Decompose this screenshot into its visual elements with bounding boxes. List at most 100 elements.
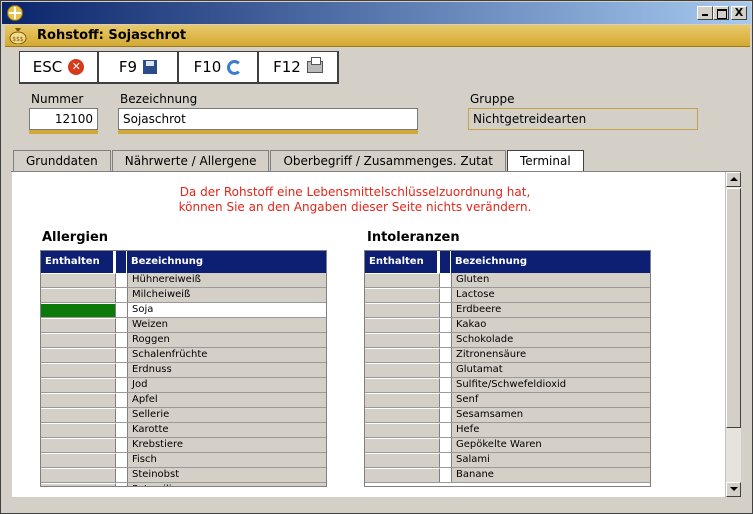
intolerances-title: Intoleranzen (367, 230, 460, 245)
contained-toggle[interactable] (365, 333, 440, 347)
table-row[interactable]: Gepökelte Waren (365, 438, 650, 453)
column-header-name[interactable]: Bezeichnung (451, 251, 531, 273)
gruppe-field[interactable]: Nichtgetreidearten (468, 108, 698, 130)
table-row[interactable]: Schalenfrüchte (41, 348, 326, 363)
f12-print-button[interactable]: F12 (259, 51, 339, 84)
contained-toggle[interactable] (41, 393, 116, 407)
column-header-spacer (440, 251, 451, 273)
form-header: $$$ Rohstoff: Sojaschrot (5, 25, 750, 47)
table-row[interactable]: Steinobst (41, 468, 326, 483)
contained-toggle[interactable] (365, 318, 440, 332)
f9-save-button[interactable]: F9 (99, 51, 179, 84)
contained-toggle[interactable] (41, 348, 116, 362)
intolerances-grid-header: Enthalten Bezeichnung (365, 251, 650, 273)
row-name: Roggen (127, 333, 326, 347)
tab-grunddaten[interactable]: Grunddaten (13, 150, 111, 171)
contained-toggle[interactable] (41, 303, 116, 317)
table-row[interactable]: Erdbeere (365, 303, 650, 318)
contained-toggle[interactable] (365, 453, 440, 467)
maximize-button[interactable] (713, 6, 729, 20)
table-row[interactable]: Glutamat (365, 363, 650, 378)
contained-toggle[interactable] (41, 423, 116, 437)
table-row[interactable]: Zitronensäure (365, 348, 650, 363)
table-row[interactable]: Fisch (41, 453, 326, 468)
bezeichnung-field[interactable]: Sojaschrot (118, 108, 418, 130)
contained-toggle[interactable] (41, 483, 116, 486)
column-header-contained[interactable]: Enthalten (365, 251, 440, 273)
table-row[interactable]: Kakao (365, 318, 650, 333)
money-bag-icon: $$$ (9, 28, 27, 44)
tab-oberbegriff[interactable]: Oberbegriff / Zusammenges. Zutat (270, 150, 506, 171)
table-row[interactable]: Erdnuss (41, 363, 326, 378)
table-row[interactable]: Salami (365, 453, 650, 468)
application-window: X $$$ Rohstoff: Sojaschrot ESC ✕ F9 F10 … (0, 0, 753, 514)
table-row[interactable]: Banane (365, 468, 650, 483)
table-row[interactable]: Hühnereiweiß (41, 273, 326, 288)
table-row[interactable]: Soja (41, 303, 326, 318)
f9-button-label: F9 (118, 58, 138, 76)
contained-toggle[interactable] (41, 468, 116, 482)
app-logo-icon[interactable] (7, 5, 23, 21)
contained-toggle[interactable] (41, 333, 116, 347)
column-header-spacer (116, 251, 127, 273)
tab-naehrwerte-allergene[interactable]: Nährwerte / Allergene (111, 150, 270, 171)
close-button[interactable]: X (731, 6, 747, 20)
contained-toggle[interactable] (365, 393, 440, 407)
contained-toggle[interactable] (365, 378, 440, 392)
contained-toggle[interactable] (41, 408, 116, 422)
contained-toggle[interactable] (41, 378, 116, 392)
contained-toggle[interactable] (41, 273, 116, 287)
contained-toggle[interactable] (41, 438, 116, 452)
contained-toggle[interactable] (41, 288, 116, 302)
refresh-icon (227, 59, 243, 75)
contained-toggle[interactable] (365, 303, 440, 317)
contained-toggle[interactable] (365, 273, 440, 287)
row-name: Salami (451, 453, 650, 467)
bezeichnung-label: Bezeichnung (120, 92, 198, 106)
contained-toggle[interactable] (365, 288, 440, 302)
contained-toggle[interactable] (41, 318, 116, 332)
esc-button[interactable]: ESC ✕ (19, 51, 99, 84)
contained-toggle[interactable] (365, 408, 440, 422)
vertical-scrollbar[interactable] (725, 172, 741, 497)
scroll-down-arrow-icon[interactable] (726, 482, 741, 497)
minimize-button[interactable] (697, 6, 713, 20)
contained-toggle[interactable] (365, 468, 440, 482)
table-row[interactable]: Weizen (41, 318, 326, 333)
table-row[interactable]: Karotte (41, 423, 326, 438)
table-row[interactable]: Sesamsamen (365, 408, 650, 423)
tab-terminal[interactable]: Terminal (506, 150, 584, 172)
contained-toggle[interactable] (41, 363, 116, 377)
table-row[interactable]: Roggen (41, 333, 326, 348)
row-name: Fisch (127, 453, 326, 467)
contained-toggle[interactable] (365, 363, 440, 377)
column-header-name[interactable]: Bezeichnung (127, 251, 207, 273)
table-row[interactable]: Jod (41, 378, 326, 393)
f12-button-label: F12 (273, 58, 301, 76)
table-row[interactable]: Gluten (365, 273, 650, 288)
contained-toggle[interactable] (365, 438, 440, 452)
scroll-up-arrow-icon[interactable] (726, 172, 741, 187)
table-row[interactable]: Sulfite/Schwefeldioxid (365, 378, 650, 393)
nummer-field[interactable]: 12100 (29, 108, 98, 130)
column-header-contained[interactable]: Enthalten (41, 251, 116, 273)
contained-toggle[interactable] (41, 453, 116, 467)
contained-toggle[interactable] (365, 423, 440, 437)
f10-refresh-button[interactable]: F10 (179, 51, 259, 84)
table-row[interactable]: Milcheiweiß (41, 288, 326, 303)
table-row[interactable]: Krebstiere (41, 438, 326, 453)
title-bar[interactable]: X (2, 2, 751, 24)
table-row[interactable]: Petersilie (41, 483, 326, 486)
table-row[interactable]: Sellerie (41, 408, 326, 423)
table-row[interactable]: Senf (365, 393, 650, 408)
nummer-label: Nummer (31, 92, 84, 106)
read-only-notice: Da der Rohstoff eine Lebensmittelschlüss… (12, 185, 698, 215)
table-row[interactable]: Apfel (41, 393, 326, 408)
table-row[interactable]: Schokolade (365, 333, 650, 348)
row-name: Sellerie (127, 408, 326, 422)
table-row[interactable]: Lactose (365, 288, 650, 303)
contained-toggle[interactable] (365, 348, 440, 362)
table-row[interactable]: Hefe (365, 423, 650, 438)
scrollbar-thumb[interactable] (726, 188, 741, 428)
f10-button-label: F10 (193, 58, 222, 76)
